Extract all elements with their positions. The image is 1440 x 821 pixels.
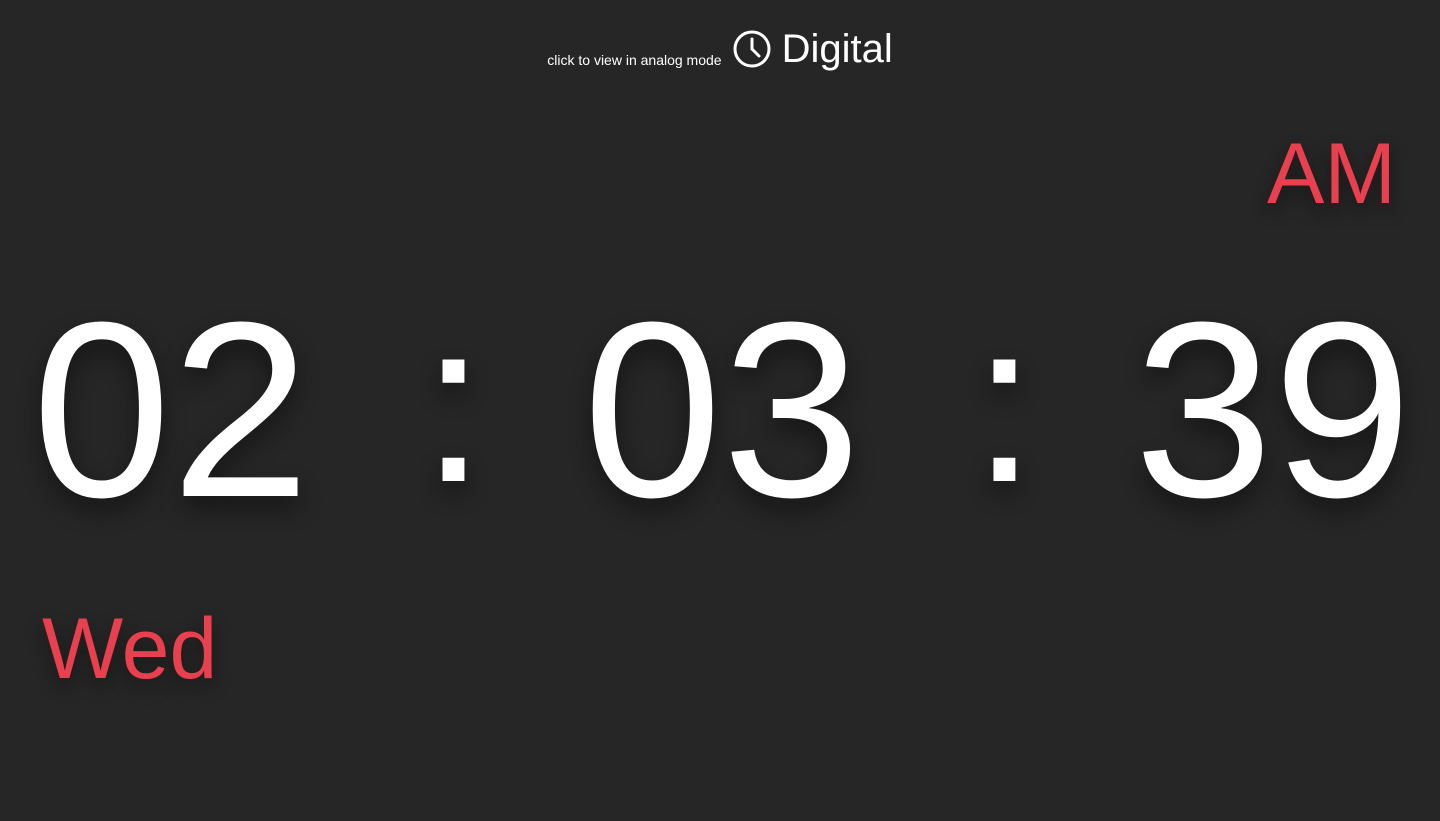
analog-mode-hint: click to view in analog mode: [547, 52, 722, 68]
mode-indicator[interactable]: Digital: [732, 24, 893, 74]
time-separator: :: [972, 273, 1037, 530]
second-display: 39: [1133, 270, 1412, 549]
time-display: 02 : 03 : 39: [32, 270, 1412, 549]
clock-icon: [733, 30, 771, 68]
day-display: Wed: [42, 601, 218, 697]
analog-mode-toggle[interactable]: click to view in analog mode Digital: [0, 18, 1440, 74]
mode-label: Digital: [781, 27, 893, 71]
am-pm-indicator: AM: [1267, 126, 1396, 222]
digital-clock-page: click to view in analog mode Digital AM …: [0, 0, 1440, 821]
hour-display: 02: [32, 270, 311, 549]
time-separator: :: [421, 273, 486, 530]
minute-display: 03: [582, 270, 862, 549]
